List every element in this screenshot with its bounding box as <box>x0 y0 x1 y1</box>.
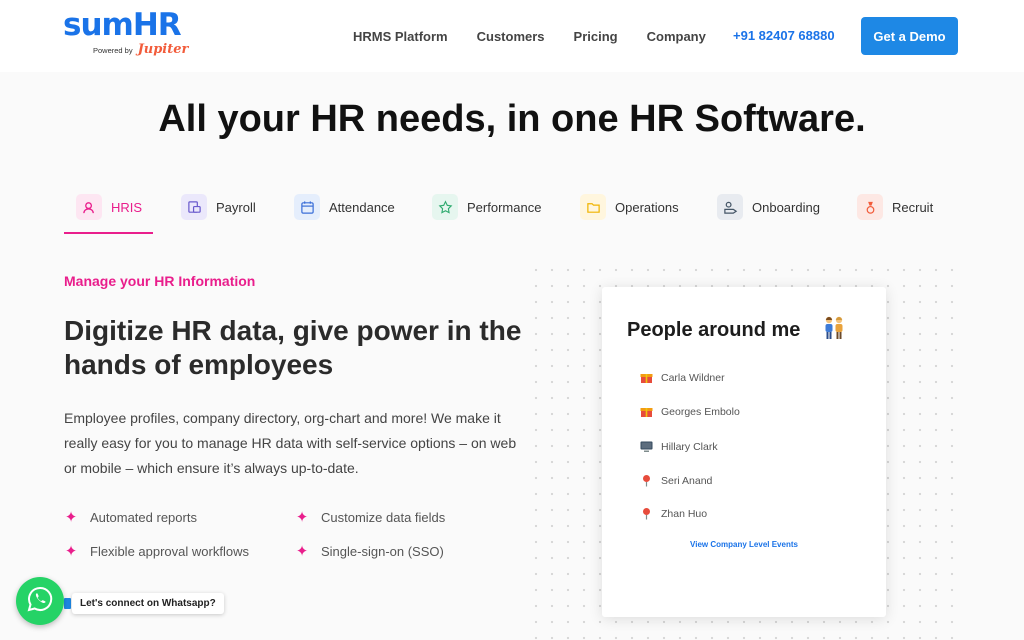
section-headline: Digitize HR data, give power in the hand… <box>64 315 522 380</box>
star-icon <box>432 194 458 220</box>
tab-attendance[interactable]: Attendance <box>294 194 395 220</box>
person-name: Carla Wildner <box>661 371 725 384</box>
sparkle-icon: ✦ <box>295 509 309 526</box>
list-item[interactable]: Zhan Huo <box>640 507 707 520</box>
tab-onboarding[interactable]: Onboarding <box>717 194 820 220</box>
tab-label: Operations <box>615 199 679 215</box>
pin-icon <box>640 474 653 487</box>
folder-icon <box>580 194 606 220</box>
sparkle-icon: ✦ <box>295 543 309 560</box>
list-item[interactable]: Georges Embolo <box>640 405 740 418</box>
list-item[interactable]: Hillary Clark <box>640 440 718 453</box>
view-events-link[interactable]: View Company Level Events <box>602 540 886 549</box>
card-title: People around me <box>627 319 801 341</box>
nav-pricing[interactable]: Pricing <box>574 29 618 44</box>
list-item[interactable]: Carla Wildner <box>640 371 725 384</box>
tab-label: Recruit <box>892 199 934 215</box>
nav-hrms-platform[interactable]: HRMS Platform <box>353 29 448 44</box>
section-eyebrow: Manage your HR Information <box>64 273 256 289</box>
nav-customers[interactable]: Customers <box>477 29 545 44</box>
sparkle-icon: ✦ <box>64 543 78 560</box>
sumhr-logo[interactable]: sumHR Powered by Jupiter <box>63 7 188 57</box>
jupiter-logo: Jupiter <box>137 42 189 57</box>
gift-icon <box>640 405 653 418</box>
chat-chip <box>64 598 71 609</box>
site-header: sumHR Powered by Jupiter HRMS Platform C… <box>0 0 1024 72</box>
hero-title: All your HR needs, in one HR Software. <box>158 98 866 140</box>
feature-text: Flexible approval workflows <box>90 543 249 559</box>
feature-item: ✦ Flexible approval workflows <box>64 542 249 560</box>
user-circle-icon <box>76 194 102 220</box>
tab-label: Performance <box>467 199 542 215</box>
feature-text: Automated reports <box>90 509 197 525</box>
feature-item: ✦ Customize data fields <box>295 508 446 526</box>
feature-item: ✦ Single-sign-on (SSO) <box>295 542 444 560</box>
tab-label: Attendance <box>329 199 395 215</box>
logo-subline: Powered by Jupiter <box>93 42 188 57</box>
tab-payroll[interactable]: Payroll <box>181 194 256 220</box>
tab-label: HRIS <box>111 199 143 215</box>
person-name: Zhan Huo <box>661 507 708 520</box>
onboarding-icon <box>717 194 743 220</box>
active-tab-indicator <box>64 232 153 234</box>
pin-icon <box>640 507 653 520</box>
product-tabs: HRIS Payroll Attendance Performance Oper… <box>64 190 964 236</box>
feature-text: Customize data fields <box>321 509 446 525</box>
tab-recruit[interactable]: Recruit <box>857 194 933 220</box>
tab-performance[interactable]: Performance <box>432 194 541 220</box>
computer-icon <box>640 440 653 453</box>
people-emoji-icon <box>822 315 846 346</box>
person-name: Seri Anand <box>661 474 713 487</box>
whatsapp-icon <box>26 585 54 618</box>
feature-text: Single-sign-on (SSO) <box>321 543 444 559</box>
payroll-icon <box>181 194 207 220</box>
people-card: People around me Carla Wildner Georges E… <box>602 287 886 617</box>
powered-by-text: Powered by <box>93 46 133 55</box>
logo-wordmark: sumHR <box>63 7 182 43</box>
person-name: Georges Embolo <box>661 405 740 418</box>
sparkle-icon: ✦ <box>64 509 78 526</box>
tab-hris[interactable]: HRIS <box>76 194 142 220</box>
whatsapp-button[interactable] <box>16 577 64 625</box>
tab-label: Onboarding <box>752 199 820 215</box>
recruit-icon <box>857 194 883 220</box>
feature-item: ✦ Automated reports <box>64 508 197 526</box>
list-item[interactable]: Seri Anand <box>640 474 712 487</box>
tab-label: Payroll <box>216 199 256 215</box>
gift-icon <box>640 371 653 384</box>
phone-link[interactable]: +91 82407 68880 <box>733 28 835 43</box>
section-description: Employee profiles, company directory, or… <box>64 410 517 476</box>
tab-operations[interactable]: Operations <box>580 194 679 220</box>
get-demo-button[interactable]: Get a Demo <box>861 17 958 55</box>
whatsapp-label[interactable]: Let's connect on Whatsapp? <box>72 593 224 614</box>
nav-company[interactable]: Company <box>647 29 706 44</box>
main-nav: HRMS Platform Customers Pricing Company <box>353 29 706 44</box>
calendar-icon <box>294 194 320 220</box>
person-name: Hillary Clark <box>661 440 718 453</box>
